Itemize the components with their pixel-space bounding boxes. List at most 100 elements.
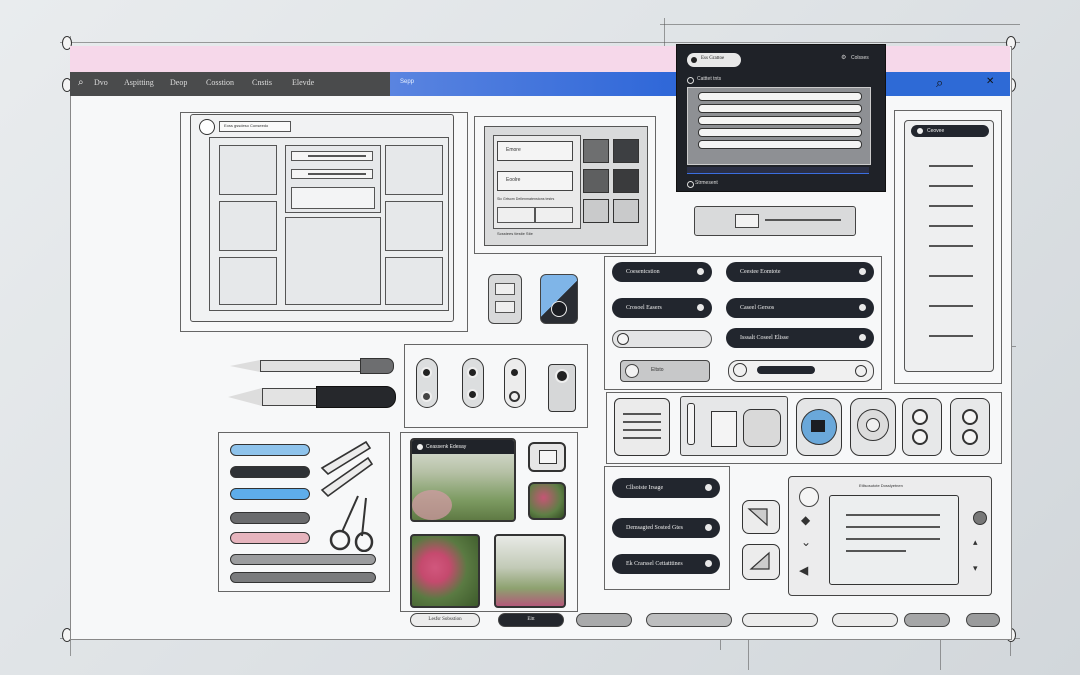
small-field[interactable] — [497, 207, 535, 223]
color-bar[interactable] — [230, 532, 310, 544]
gallery-photo[interactable] — [494, 534, 566, 608]
list-row[interactable] — [698, 104, 862, 113]
scissors-icon[interactable] — [328, 492, 380, 552]
gallery-photo[interactable]: Ceassenk Edesay — [410, 438, 516, 522]
gallery-photo[interactable] — [410, 534, 480, 608]
thumbnail[interactable] — [613, 139, 639, 163]
play-icon[interactable]: ▶ — [799, 565, 808, 579]
thumbnail[interactable] — [583, 169, 609, 193]
stop-icon[interactable] — [796, 398, 842, 456]
color-bar[interactable] — [230, 488, 310, 500]
slider-thumb[interactable] — [735, 214, 759, 228]
thumbnail[interactable] — [613, 199, 639, 223]
input-field[interactable]: Eoolre — [497, 171, 573, 191]
nav-item-2[interactable]: Aspitting — [124, 78, 154, 87]
slider-widget[interactable] — [694, 206, 856, 236]
pill-button-4[interactable]: Caseel Gersos — [726, 298, 874, 318]
gallery-thumbnail[interactable] — [528, 482, 566, 520]
gear-icon[interactable] — [950, 398, 990, 456]
caret-icon[interactable]: ▾ — [973, 563, 978, 574]
list-header[interactable]: Ceovee — [911, 125, 989, 137]
pill-button-8[interactable]: Ek Crarssel Cettatttines — [612, 554, 720, 574]
vertical-toggle[interactable] — [416, 358, 438, 408]
window-dot-icon[interactable] — [199, 119, 215, 135]
knob-control[interactable] — [548, 364, 576, 412]
vertical-toggle[interactable] — [462, 358, 484, 408]
bottom-button-7[interactable] — [904, 613, 950, 627]
gallery-thumbnail[interactable] — [528, 442, 566, 472]
bottom-button-3[interactable] — [576, 613, 632, 627]
image-card[interactable] — [680, 396, 788, 456]
thumbnail[interactable] — [613, 169, 639, 193]
caret-icon[interactable]: ▴ — [973, 537, 978, 548]
tile[interactable] — [219, 257, 277, 305]
input-field[interactable]: Emore — [497, 141, 573, 161]
row-label: Sic Grtsom Dellenmatenstons testrs — [497, 197, 555, 201]
arrow-slider[interactable] — [230, 358, 394, 374]
radio-option[interactable] — [612, 330, 712, 348]
pill-button-2[interactable]: Crosoel Easers — [612, 298, 712, 318]
radio-icon — [687, 77, 694, 84]
color-swatch[interactable] — [540, 274, 578, 324]
list-box[interactable] — [687, 87, 871, 165]
bottom-button-8[interactable] — [966, 613, 1000, 627]
color-bar[interactable] — [230, 572, 376, 583]
switch-widget[interactable] — [488, 274, 522, 324]
pill-button-5[interactable]: Isssalt Coseel Elisse — [726, 328, 874, 348]
chevron-down-icon[interactable]: ⌄ — [801, 535, 811, 549]
color-bar[interactable] — [230, 444, 310, 456]
text-field[interactable] — [291, 151, 373, 161]
bottom-button-1[interactable]: Lesfsr Sobsstion — [410, 613, 480, 627]
dialog-search-field[interactable]: Ess Grattoe — [687, 53, 741, 67]
list-line — [929, 185, 973, 187]
tile[interactable] — [385, 145, 443, 195]
vertical-toggle[interactable] — [504, 358, 526, 408]
dial-icon[interactable] — [850, 398, 896, 456]
nav-item-1[interactable]: Dvo — [94, 78, 108, 87]
bottom-button-2[interactable]: Eltt — [498, 613, 564, 627]
close-icon[interactable]: ✕ — [986, 76, 994, 87]
nav-item-3[interactable]: Deop — [170, 78, 187, 87]
mini-card[interactable] — [742, 544, 780, 580]
list-row[interactable] — [698, 92, 862, 101]
pill-button-1[interactable]: Coesentcstion — [612, 262, 712, 282]
text-card[interactable] — [614, 398, 670, 456]
list-row[interactable] — [698, 116, 862, 125]
text-area[interactable] — [291, 187, 375, 209]
list-row[interactable] — [698, 140, 862, 149]
pill-button-7[interactable]: Demsagted Sosted Gtes — [612, 518, 720, 538]
color-bar[interactable] — [230, 554, 376, 565]
bottom-button-6[interactable] — [832, 613, 898, 627]
pill-button-3[interactable]: Ceestee Eomtote — [726, 262, 874, 282]
settings-icon[interactable]: ⚙ — [841, 54, 846, 61]
tile[interactable] — [219, 145, 277, 195]
search-icon[interactable]: ⌕ — [936, 75, 943, 91]
bottom-button-4[interactable] — [646, 613, 732, 627]
nav-item-6[interactable]: Elevde — [292, 78, 314, 87]
nav-item-4[interactable]: Cosstion — [206, 78, 234, 87]
bottom-button-5[interactable] — [742, 613, 818, 627]
mini-card[interactable] — [742, 500, 780, 534]
thumbnail[interactable] — [583, 139, 609, 163]
search-icon[interactable]: ⌕ — [78, 77, 84, 88]
arrow-slider[interactable] — [228, 386, 396, 408]
text-field[interactable] — [291, 169, 373, 179]
tile[interactable] — [219, 201, 277, 251]
nav-item-5[interactable]: Cnstis — [252, 78, 272, 87]
document-card[interactable]: Etllsosutote Dosslyetnen ◆ ⌄ ▶ ▴ ▾ — [788, 476, 992, 596]
thumbnail[interactable] — [583, 199, 609, 223]
slider-rail — [765, 219, 841, 221]
play-icon[interactable]: ◆ — [801, 513, 810, 527]
color-bar[interactable] — [230, 512, 310, 524]
gear-icon[interactable] — [902, 398, 942, 456]
pill-button-6[interactable]: Cllsoiste Irsage — [612, 478, 720, 498]
small-field[interactable] — [535, 207, 573, 223]
knob-icon[interactable] — [973, 511, 987, 525]
tile[interactable] — [385, 201, 443, 251]
search-pill[interactable] — [728, 360, 874, 382]
color-bar[interactable] — [230, 466, 310, 478]
toggle-switch[interactable]: Eltsto — [620, 360, 710, 382]
tile[interactable] — [385, 257, 443, 305]
list-row[interactable] — [698, 128, 862, 137]
toolbar-label[interactable]: Sepp — [400, 79, 414, 85]
